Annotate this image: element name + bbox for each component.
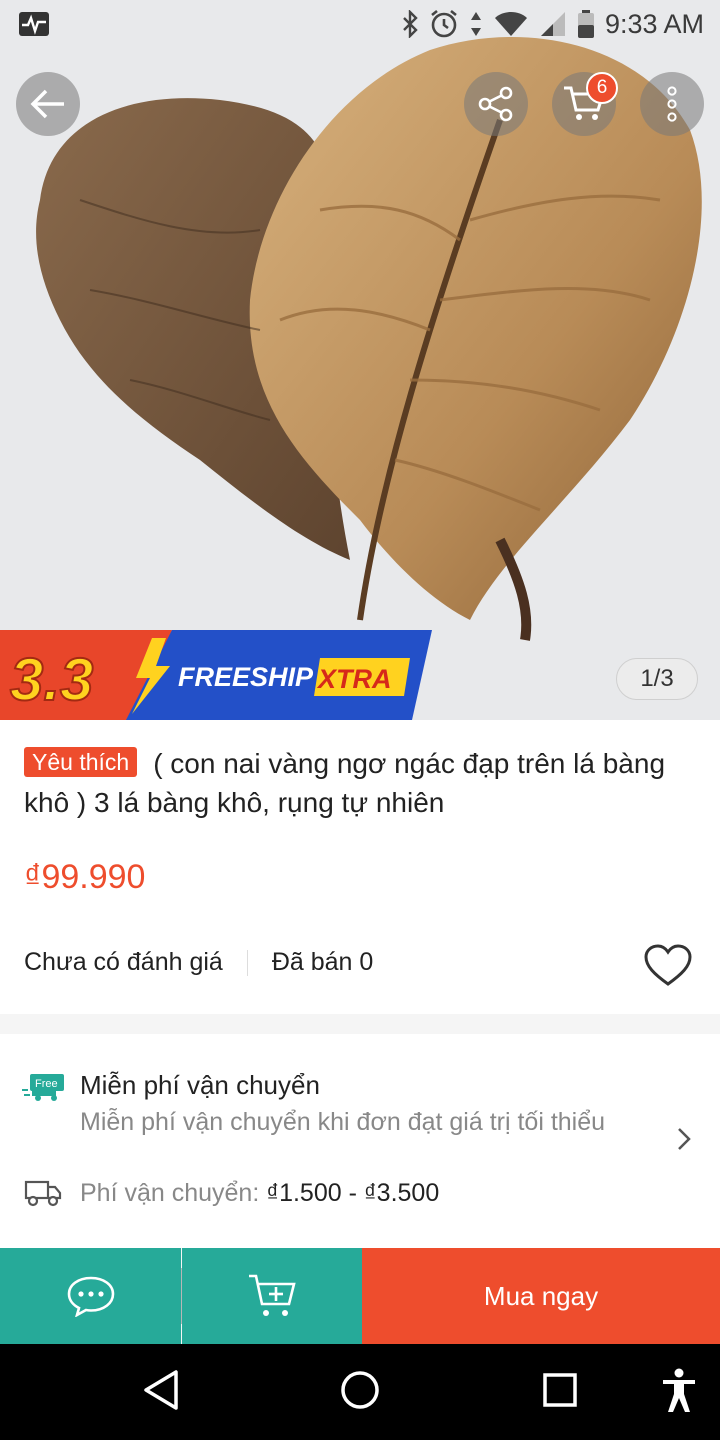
sold-count: Đã bán 0 (271, 948, 374, 976)
battery-icon (577, 10, 594, 38)
rating-text: Chưa có đánh giá (24, 948, 223, 976)
product-detail-screen: 9:33 AM 6 3.3 FREESHIP XTRA 1/3 Yêu thíc… (0, 0, 720, 1440)
alarm-icon (431, 9, 457, 38)
data-arrows-icon (470, 12, 481, 36)
status-bar: 9:33 AM (0, 0, 720, 48)
bottom-action-bar: Mua ngay (0, 1248, 720, 1344)
product-price: ₫99.990 (24, 858, 146, 896)
chat-button[interactable] (0, 1248, 181, 1344)
stats-divider (246, 949, 248, 976)
event-label: 3.3 (10, 646, 93, 713)
more-vert-icon (667, 86, 677, 122)
product-title-block: Yêu thích( con nai vàng ngơ ngác đạp trê… (24, 744, 694, 822)
nav-home-icon[interactable] (340, 1368, 380, 1412)
freeship-promo-banner: 3.3 FREESHIP XTRA (0, 630, 432, 720)
wifi-icon (494, 12, 527, 36)
more-options-button[interactable] (640, 72, 704, 136)
free-badge-label: Free (35, 1078, 58, 1090)
product-image[interactable]: 9:33 AM 6 3.3 FREESHIP XTRA 1/3 (0, 0, 720, 720)
system-nav-bar (0, 1344, 720, 1440)
add-to-cart-icon (249, 1274, 296, 1316)
truck-icon (24, 1180, 62, 1207)
signal-icon (540, 12, 565, 36)
clock-time: 9:33 AM (604, 8, 704, 39)
buy-now-button[interactable]: Mua ngay (362, 1248, 720, 1344)
product-info-section: Yêu thích( con nai vàng ngơ ngác đạp trê… (0, 720, 720, 1014)
shipping-fee-value: ₫1.500 - ₫3.500 (266, 1179, 440, 1207)
cart-count-badge: 6 (586, 72, 618, 104)
favorite-tag: Yêu thích (24, 747, 138, 777)
free-shipping-icon: Free (22, 1074, 64, 1101)
shipping-fee: Phí vận chuyển: ₫1.500 - ₫3.500 (80, 1179, 439, 1208)
image-counter: 1/3 (616, 658, 698, 700)
bluetooth-icon (403, 10, 418, 38)
nav-back-icon[interactable] (142, 1368, 180, 1412)
free-shipping-heading: Miễn phí vận chuyển (80, 1070, 320, 1100)
add-to-cart-button[interactable] (182, 1248, 362, 1344)
accessibility-icon[interactable] (660, 1368, 698, 1414)
pulse-icon (19, 12, 49, 36)
xtra-label: XTRA (316, 664, 392, 694)
share-button[interactable] (464, 72, 528, 136)
product-stats: Chưa có đánh giá Đã bán 0 (24, 948, 373, 977)
nav-recents-icon[interactable] (542, 1368, 578, 1412)
heart-icon[interactable] (644, 944, 692, 988)
shipping-fee-label: Phí vận chuyển: (80, 1179, 267, 1207)
back-arrow-icon (30, 89, 64, 119)
chevron-right-icon[interactable] (676, 1126, 692, 1152)
free-shipping-subtext: Miễn phí vận chuyển khi đơn đạt giá trị … (80, 1108, 606, 1136)
share-icon (478, 86, 513, 122)
back-button[interactable] (16, 72, 80, 136)
chat-icon (67, 1276, 114, 1317)
freeship-label: FREESHIP (178, 662, 314, 692)
shipping-section[interactable]: Free Miễn phí vận chuyển Miễn phí vận ch… (0, 1034, 720, 1248)
